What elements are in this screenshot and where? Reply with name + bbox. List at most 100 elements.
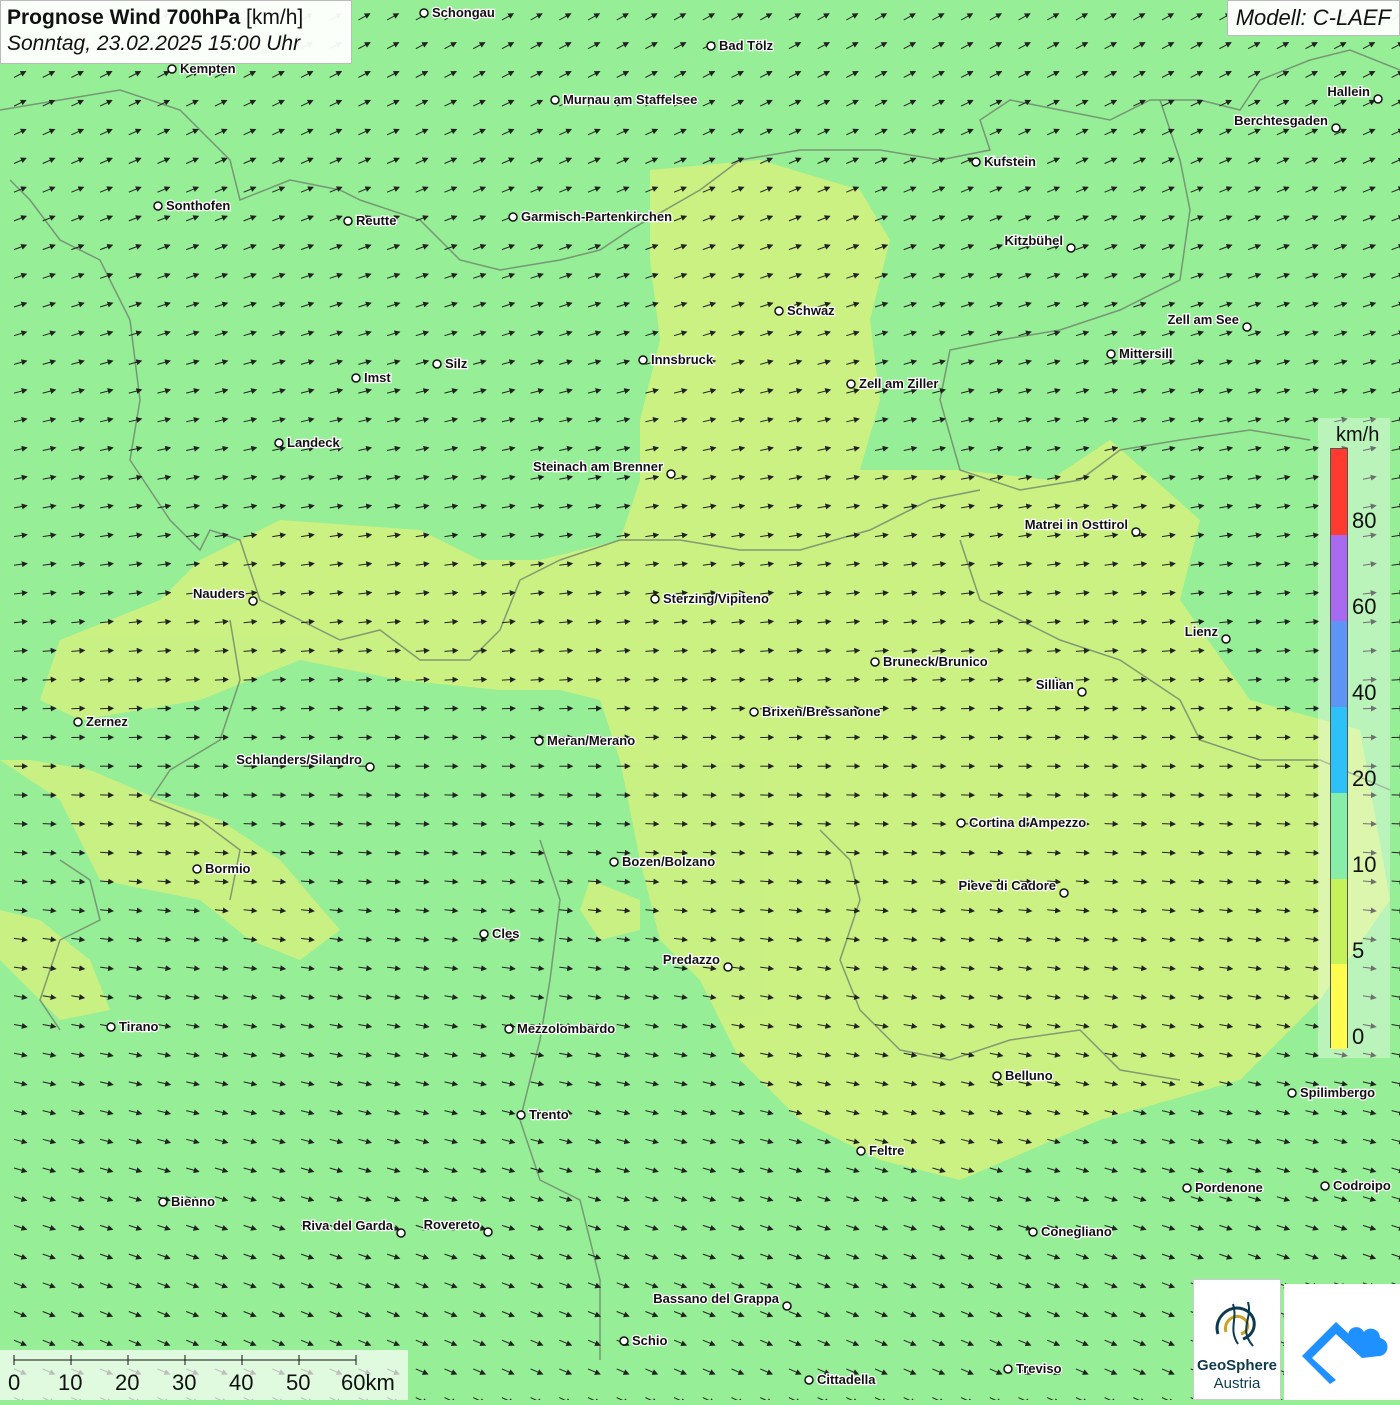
city-dot [707, 42, 715, 50]
city-label: Kufstein [984, 154, 1036, 169]
city-dot [775, 307, 783, 315]
city-label: Steinach am Brenner [533, 459, 663, 474]
city-marker: Innsbruck [639, 352, 714, 367]
city-marker: Conegliano [1029, 1224, 1112, 1239]
city-dot [154, 202, 162, 210]
city-dot [107, 1023, 115, 1031]
city-label: Cortina d'Ampezzo [969, 815, 1086, 830]
city-dot [620, 1337, 628, 1345]
city-dot [805, 1376, 813, 1384]
city-dot [750, 708, 758, 716]
city-dot [871, 658, 879, 666]
map-title: Prognose Wind 700hPa [km/h] [7, 5, 345, 31]
model-label: Modell: C-LAEF [1227, 0, 1400, 36]
city-marker: Meran/Merano [535, 733, 635, 748]
city-label: Garmisch-Partenkirchen [521, 209, 672, 224]
city-dot [249, 597, 257, 605]
city-marker: Zell am Ziller [847, 376, 938, 391]
city-label: Cles [492, 926, 519, 941]
city-dot [397, 1229, 405, 1237]
city-dot [168, 65, 176, 73]
city-dot [517, 1111, 525, 1119]
wind-map: SchongauBad TölzKemptenMurnau am Staffel… [0, 0, 1400, 1400]
city-dot [1132, 528, 1140, 536]
scale-bar: 0 10 20 30 40 50 60km [0, 1350, 408, 1400]
city-dot [1029, 1228, 1037, 1236]
geosphere-swirl-icon [1208, 1294, 1268, 1354]
city-dot [484, 1228, 492, 1236]
city-marker: Sterzing/Vipiteno [651, 591, 769, 606]
city-marker: Bozen/Bolzano [610, 854, 715, 869]
legend-seg-5 [1331, 879, 1347, 964]
city-label: Zell am See [1167, 312, 1239, 327]
city-dot [1107, 350, 1115, 358]
city-dot [1374, 95, 1382, 103]
title-bold: Prognose Wind 700hPa [7, 6, 240, 29]
legend-seg-0 [1331, 964, 1347, 1049]
city-dot [366, 763, 374, 771]
city-dot [1222, 635, 1230, 643]
scale-label-60km: 60km [341, 1370, 395, 1396]
city-dot [1183, 1184, 1191, 1192]
city-dot [1288, 1089, 1296, 1097]
legend-label-40: 40 [1352, 680, 1376, 706]
city-dot [857, 1147, 865, 1155]
city-label: Silz [445, 356, 468, 371]
city-label: Schlanders/Silandro [236, 752, 362, 767]
city-label: Cittadella [817, 1372, 876, 1387]
city-dot [993, 1072, 1001, 1080]
scale-label-30: 30 [172, 1370, 196, 1396]
city-marker: Mezzolombardo [505, 1021, 615, 1036]
geosphere-country: Austria [1194, 1375, 1280, 1392]
city-label: Innsbruck [651, 352, 714, 367]
city-dot [1078, 688, 1086, 696]
scale-label-0: 0 [8, 1370, 20, 1396]
city-label: Hallein [1327, 84, 1370, 99]
city-label: Landeck [287, 435, 341, 450]
city-marker: Bruneck/Brunico [871, 654, 988, 669]
city-label: Conegliano [1041, 1224, 1112, 1239]
city-label: Lienz [1185, 624, 1219, 639]
city-label: Mezzolombardo [517, 1021, 615, 1036]
city-dot [420, 9, 428, 17]
city-dot [639, 356, 647, 364]
city-label: Sonthofen [166, 198, 230, 213]
city-label: Bad Tölz [719, 38, 774, 53]
city-dot [651, 595, 659, 603]
mountain-cloud-icon [1284, 1284, 1400, 1400]
city-dot [667, 470, 675, 478]
city-dot [193, 865, 201, 873]
legend-label-80: 80 [1352, 508, 1376, 534]
city-marker: Schongau [420, 5, 495, 20]
city-marker: Pordenone [1183, 1180, 1263, 1195]
scale-label-20: 20 [115, 1370, 139, 1396]
city-label: Schongau [432, 5, 495, 20]
city-dot [509, 213, 517, 221]
geosphere-logo: GeoSphere Austria [1193, 1279, 1281, 1400]
city-dot [1321, 1182, 1329, 1190]
city-label: Bozen/Bolzano [622, 854, 715, 869]
legend-bar [1330, 448, 1348, 1048]
city-label: Bienno [171, 1194, 215, 1209]
city-label: Rovereto [424, 1217, 480, 1232]
city-label: Spilimbergo [1300, 1085, 1375, 1100]
city-label: Meran/Merano [547, 733, 635, 748]
city-label: Murnau am Staffelsee [563, 92, 697, 107]
city-label: Riva del Garda [302, 1218, 394, 1233]
forecast-date: Sonntag, 23.02.2025 15:00 Uhr [7, 31, 345, 57]
color-legend: km/h 80 60 40 20 10 5 0 [1318, 418, 1390, 1058]
app-logo [1284, 1284, 1400, 1400]
city-label: Bruneck/Brunico [883, 654, 988, 669]
city-label: Predazzo [663, 952, 720, 967]
city-marker: Brixen/Bressanone [750, 704, 881, 719]
legend-label-5: 5 [1352, 938, 1364, 964]
city-label: Nauders [193, 586, 245, 601]
city-marker: Murnau am Staffelsee [551, 92, 697, 107]
city-dot [505, 1025, 513, 1033]
city-dot [352, 374, 360, 382]
city-marker: Garmisch-Partenkirchen [509, 209, 672, 224]
city-label: Bormio [205, 861, 251, 876]
scale-ticks [0, 1350, 408, 1370]
city-label: Treviso [1016, 1361, 1062, 1376]
city-dot [433, 360, 441, 368]
